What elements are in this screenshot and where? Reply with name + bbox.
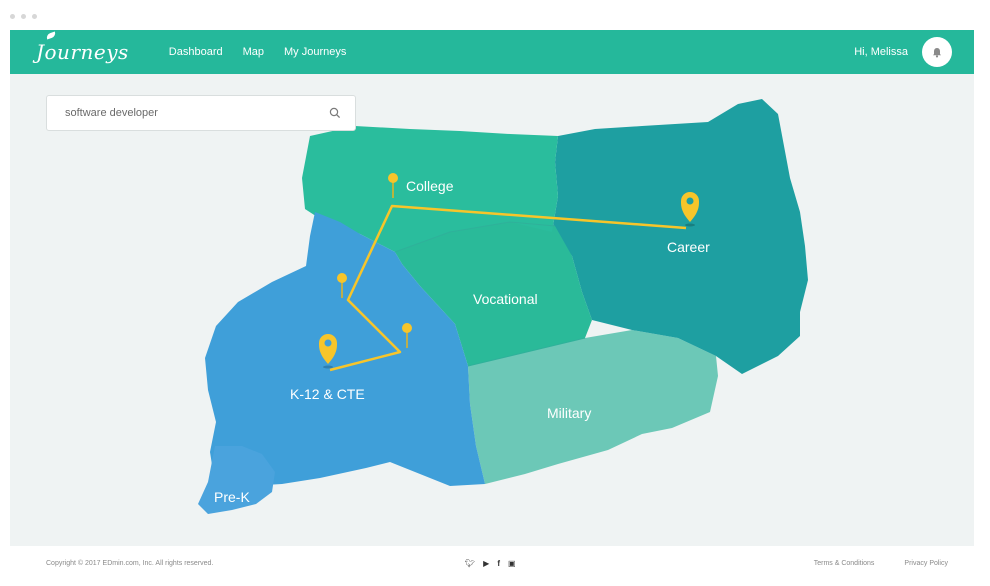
nav-user-area: Hi, Melissa <box>854 37 952 67</box>
map-area: College Career Vocational K-12 & CTE Mil… <box>10 74 974 546</box>
notifications-button[interactable] <box>922 37 952 67</box>
nav-link-my-journeys[interactable]: My Journeys <box>284 46 346 58</box>
journey-map: College Career Vocational K-12 & CTE Mil… <box>198 99 808 514</box>
label-military: Military <box>547 405 591 421</box>
privacy-link[interactable]: Privacy Policy <box>904 560 948 567</box>
label-college: College <box>406 178 454 194</box>
label-k12: K-12 & CTE <box>290 386 365 402</box>
twitter-icon[interactable]: 🐦︎ <box>465 559 475 568</box>
copyright-text: Copyright © 2017 EDmin.com, Inc. All rig… <box>46 559 214 567</box>
user-greeting[interactable]: Hi, Melissa <box>854 46 908 58</box>
facebook-icon[interactable]: f <box>497 559 500 568</box>
footer-links: Terms & Conditions Privacy Policy <box>814 560 948 567</box>
journeys-logo[interactable]: Journeys <box>36 31 129 64</box>
label-career: Career <box>667 239 710 255</box>
logo-text: Journeys <box>36 40 129 64</box>
window-maximize-button[interactable] <box>32 14 37 19</box>
label-prek: Pre-K <box>214 489 250 505</box>
window-controls <box>10 14 37 24</box>
window-minimize-button[interactable] <box>21 14 26 19</box>
window-close-button[interactable] <box>10 14 15 19</box>
nav-link-dashboard[interactable]: Dashboard <box>169 46 223 58</box>
social-links: 🐦︎ ▶︎ f ▣ <box>465 559 516 568</box>
search-input[interactable] <box>63 106 307 120</box>
bell-icon <box>933 47 941 57</box>
region-career[interactable] <box>552 99 808 374</box>
top-navbar: Journeys Dashboard Map My Journeys Hi, M… <box>10 30 974 74</box>
leaf-icon <box>45 31 57 40</box>
terms-link[interactable]: Terms & Conditions <box>814 560 875 567</box>
instagram-icon[interactable]: ▣ <box>508 559 516 568</box>
nav-link-map[interactable]: Map <box>243 46 264 58</box>
browser-frame: Journeys Dashboard Map My Journeys Hi, M… <box>10 8 974 580</box>
youtube-icon[interactable]: ▶︎ <box>483 559 489 568</box>
footer: Copyright © 2017 EDmin.com, Inc. All rig… <box>10 546 974 580</box>
search-box <box>46 95 356 131</box>
search-icon[interactable] <box>329 107 341 119</box>
nav-links: Dashboard Map My Journeys <box>169 46 347 58</box>
label-vocational: Vocational <box>473 291 538 307</box>
